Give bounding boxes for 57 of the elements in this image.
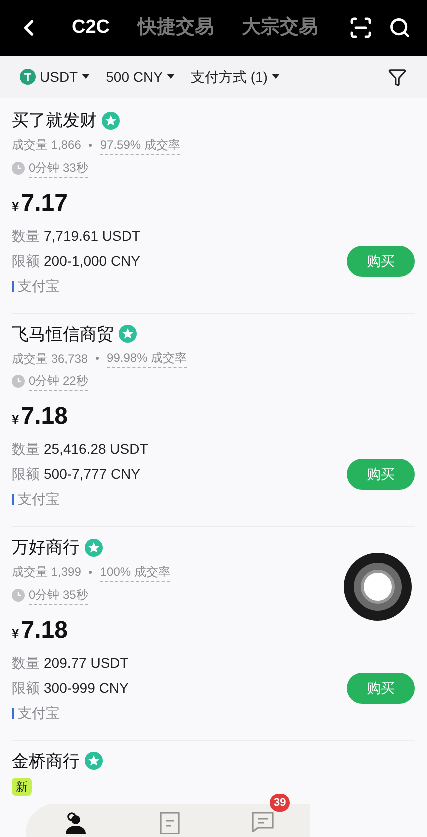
limit-label: 限额 — [12, 465, 40, 484]
filter-dropdown[interactable]: USDT — [20, 66, 90, 88]
search-icon[interactable] — [389, 17, 411, 39]
merchant-name[interactable]: 买了就发财 — [12, 108, 97, 134]
price: 7.17 — [21, 188, 68, 218]
payment-method: 支付宝 — [18, 276, 60, 296]
trade-volume: 成交量 36,738 — [12, 350, 88, 368]
payment-marker — [12, 494, 14, 505]
limit-label: 限额 — [12, 252, 40, 270]
new-tag: 新 — [12, 778, 32, 796]
scan-icon[interactable] — [349, 16, 373, 40]
limit-value: 300-999 CNY — [44, 678, 129, 698]
quantity-value: 25,416.28 USDT — [44, 440, 148, 459]
release-time: 0分钟 22秒 — [29, 372, 88, 391]
caret-icon — [166, 74, 175, 80]
limit-value: 200-1,000 CNY — [44, 252, 141, 270]
price: 7.18 — [21, 402, 68, 432]
completion-rate: 100% 成交率 — [100, 562, 170, 582]
price: 7.18 — [21, 616, 68, 646]
payment-method: 支付宝 — [18, 490, 60, 509]
release-time: 0分钟 35秒 — [29, 586, 88, 604]
message-icon — [252, 812, 274, 832]
completion-rate: 99.98% 成交率 — [107, 349, 188, 368]
quantity-label: 数量 — [12, 654, 40, 672]
merchant-name[interactable]: 飞马恒信商贸 — [12, 322, 114, 347]
payment-method: 支付宝 — [18, 704, 60, 722]
currency-symbol: ¥ — [12, 624, 20, 642]
tether-coin-icon — [20, 69, 36, 85]
currency-symbol: ¥ — [12, 198, 20, 216]
merchant-name[interactable]: 万好商行 — [12, 535, 80, 560]
header-tab[interactable]: 大宗交易 — [242, 14, 318, 42]
clock-icon — [12, 588, 25, 602]
clock-icon — [12, 162, 25, 174]
quantity-value: 209.77 USDT — [44, 654, 129, 672]
trade-volume: 成交量 1,399 — [12, 564, 82, 581]
payment-marker — [12, 708, 14, 718]
completion-rate: 97.59% 成交率 — [100, 136, 180, 154]
trade-volume: 成交量 1,866 — [12, 137, 82, 154]
limit-value: 500-7,777 CNY — [44, 465, 141, 484]
clock-icon — [12, 375, 25, 388]
caret-icon — [272, 74, 280, 80]
filter-dropdown[interactable]: 支付方式 (1) — [190, 66, 280, 88]
currency-symbol: ¥ — [12, 411, 20, 429]
caret-icon — [82, 74, 90, 80]
filter-dropdown[interactable]: 500 CNY — [106, 66, 175, 88]
quantity-label: 数量 — [12, 226, 40, 246]
quantity-label: 数量 — [12, 440, 40, 459]
quantity-value: 7,719.61 USDT — [44, 226, 140, 246]
payment-marker — [12, 280, 14, 292]
document-icon — [160, 812, 180, 834]
merchant-name[interactable]: 金桥商行 — [12, 748, 80, 774]
limit-label: 限额 — [12, 678, 40, 698]
filter-icon[interactable] — [388, 68, 407, 86]
header-tab[interactable]: 快捷交易 — [138, 14, 214, 42]
release-time: 0分钟 33秒 — [29, 158, 88, 178]
header-tab[interactable]: C2C — [72, 14, 110, 42]
unread-badge: 39 — [270, 794, 290, 812]
